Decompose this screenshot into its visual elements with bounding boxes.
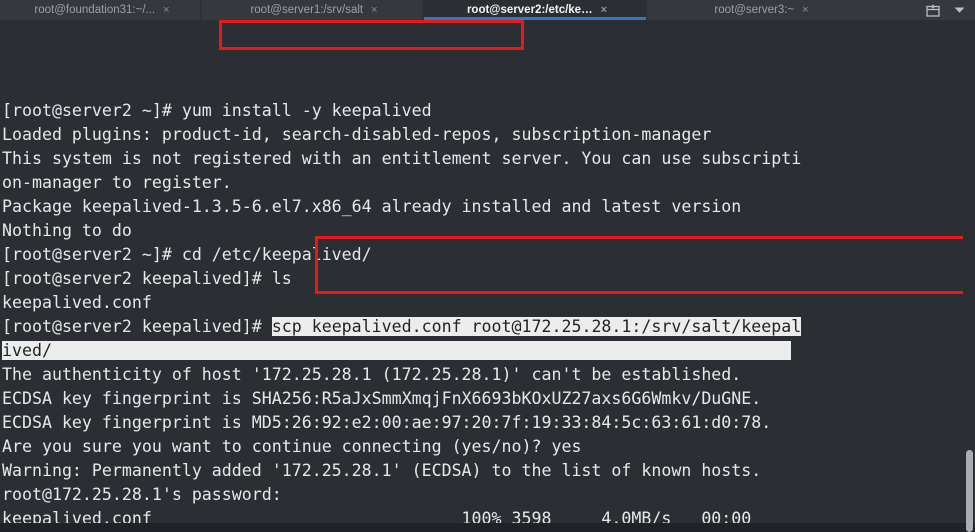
scrollbar-thumb[interactable]: [966, 450, 973, 532]
terminal-line: Are you sure you want to continue connec…: [2, 435, 975, 459]
terminal-window: root@foundation31:~/... × root@server1:/…: [0, 0, 975, 532]
terminal-text: Are you sure you want to continue connec…: [2, 437, 582, 456]
terminal-text: on-manager to register.: [2, 173, 232, 192]
close-icon[interactable]: ×: [163, 4, 169, 16]
tabbar-actions: [917, 0, 975, 20]
selected-text: scp keepalived.conf root@172.25.28.1:/sr…: [271, 317, 802, 336]
tab-label: root@server3:~: [714, 4, 795, 16]
terminal-text: Loaded plugins: product-id, search-disab…: [2, 125, 712, 144]
terminal-line: on-manager to register.: [2, 171, 975, 195]
terminal-text: Nothing to do: [2, 221, 132, 240]
close-icon[interactable]: ×: [371, 4, 377, 16]
selected-text: ived/: [2, 341, 52, 360]
terminal-text: keepalived.conf 100% 3598 4.0MB/s 00:00: [2, 509, 752, 523]
terminal-line: Nothing to do: [2, 219, 975, 243]
tab-root-server1[interactable]: root@server1:/srv/salt ×: [201, 0, 423, 20]
tab-bar: root@foundation31:~/... × root@server1:/…: [0, 0, 975, 20]
terminal-line: root@172.25.28.1's password:: [2, 483, 975, 507]
terminal-line: Warning: Permanently added '172.25.28.1'…: [2, 459, 975, 483]
tab-label: root@foundation31:~/...: [34, 4, 156, 16]
close-icon[interactable]: ×: [601, 4, 607, 16]
terminal-line: keepalived.conf: [2, 291, 975, 315]
terminal-text: The authenticity of host '172.25.28.1 (1…: [2, 365, 742, 384]
terminal-line: keepalived.conf 100% 3598 4.0MB/s 00:00: [2, 507, 975, 523]
terminal-line: Loaded plugins: product-id, search-disab…: [2, 123, 975, 147]
chevron-down-icon[interactable]: [951, 3, 967, 17]
close-icon[interactable]: ×: [802, 4, 808, 16]
terminal-text: ECDSA key fingerprint is SHA256:R5aJxSmm…: [2, 389, 762, 408]
terminal-text: This system is not registered with an en…: [2, 149, 802, 168]
terminal-line: [root@server2 ~]# cd /etc/keepalived/: [2, 243, 975, 267]
terminal-text: [root@server2 ~]# yum install -y keepali…: [2, 101, 432, 120]
terminal-line: [root@server2 keepalived]# scp keepalive…: [2, 315, 975, 339]
terminal-output[interactable]: [root@server2 ~]# yum install -y keepali…: [0, 20, 975, 523]
terminal-text: keepalived.conf: [2, 293, 152, 312]
terminal-text: Package keepalived-1.3.5-6.el7.x86_64 al…: [2, 197, 742, 216]
terminal-line: [root@server2 ~]# yum install -y keepali…: [2, 99, 975, 123]
terminal-line: ived/: [2, 339, 975, 363]
terminal-text: Warning: Permanently added '172.25.28.1'…: [2, 461, 762, 480]
tab-root-server2[interactable]: root@server2:/etc/ke… ×: [424, 0, 646, 20]
terminal-line: The authenticity of host '172.25.28.1 (1…: [2, 363, 975, 387]
terminal-line: ECDSA key fingerprint is MD5:26:92:e2:00…: [2, 411, 975, 435]
terminal-text: [root@server2 ~]# cd /etc/keepalived/: [2, 245, 372, 264]
new-tab-icon[interactable]: [925, 3, 941, 17]
terminal-text: root@172.25.28.1's password:: [2, 485, 282, 504]
tab-label: root@server1:/srv/salt: [250, 4, 364, 16]
terminal-text: [root@server2 keepalived]#: [2, 317, 272, 336]
terminal-text: [root@server2 keepalived]# ls: [2, 269, 292, 288]
terminal-text: ECDSA key fingerprint is MD5:26:92:e2:00…: [2, 413, 772, 432]
tab-root-foundation31[interactable]: root@foundation31:~/... ×: [0, 0, 200, 20]
terminal-line: This system is not registered with an en…: [2, 147, 975, 171]
terminal-line: Package keepalived-1.3.5-6.el7.x86_64 al…: [2, 195, 975, 219]
terminal-line: ECDSA key fingerprint is SHA256:R5aJxSmm…: [2, 387, 975, 411]
tab-root-server3[interactable]: root@server3:~ ×: [647, 0, 872, 20]
scrollbar-track[interactable]: [963, 20, 975, 532]
selected-text: [51, 341, 792, 360]
tab-label: root@server2:/etc/ke…: [466, 4, 593, 16]
terminal-line: [root@server2 keepalived]# ls: [2, 267, 975, 291]
